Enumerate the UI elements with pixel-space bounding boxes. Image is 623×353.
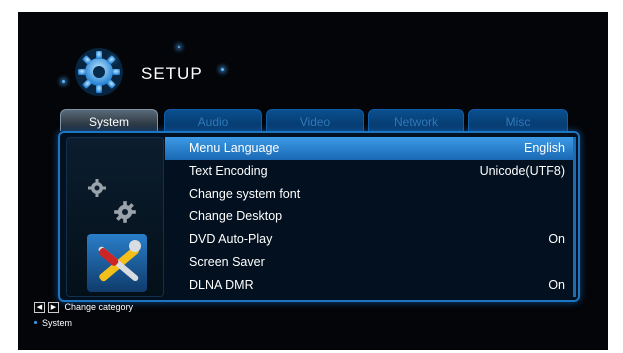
current-section-label: System [42,318,73,328]
menu-item-change-system-font[interactable]: Change system font [165,183,573,206]
sparkle-decoration [62,80,65,83]
menu-item-dvd-auto-play[interactable]: DVD Auto-Play On [165,228,573,251]
menu-item-value: On [548,277,565,292]
menu-item-value: Unicode(UTF8) [479,163,565,178]
menu-item-label: Text Encoding [189,163,268,178]
menu-item-change-desktop[interactable]: Change Desktop [165,205,573,228]
menu-item-text-encoding[interactable]: Text Encoding Unicode(UTF8) [165,160,573,183]
gear-icon [75,48,123,96]
tab-system[interactable]: System [60,109,158,131]
tab-misc[interactable]: Misc [468,109,568,131]
large-gear-icon [114,201,136,223]
navigation-hint: ◀ ▶ Change category [34,302,134,314]
menu-item-label: Change Desktop [189,209,283,224]
menu-item-dlna-dmr[interactable]: DLNA DMR On [165,274,573,297]
sparkle-decoration [221,68,224,71]
menu-item-label: Screen Saver [189,254,265,269]
menu-item-menu-language[interactable]: Menu Language English [165,137,573,160]
menu-item-screen-saver[interactable]: Screen Saver [165,251,573,274]
current-section: System [34,318,73,328]
menu-item-label: DLNA DMR [189,277,254,292]
hint-text: Change category [64,302,134,312]
tab-video[interactable]: Video [266,109,364,131]
tools-icon [87,234,147,292]
tab-audio[interactable]: Audio [164,109,262,131]
menu-item-label: Change system font [189,186,301,201]
left-arrow-icon: ◀ [34,302,45,314]
tab-network[interactable]: Network [368,109,464,131]
sparkle-decoration [178,46,180,48]
settings-panel: Menu Language English Text Encoding Unic… [58,131,580,302]
menu-item-value: English [524,141,565,155]
right-arrow-icon: ▶ [48,302,59,314]
scrollbar[interactable] [573,137,576,297]
category-illustration [66,137,164,297]
menu-item-label: Menu Language [189,141,280,155]
tab-bar: System Audio Video Network Misc [60,109,570,131]
menu-item-label: DVD Auto-Play [189,232,273,247]
settings-list: Menu Language English Text Encoding Unic… [165,137,573,297]
menu-item-value: On [548,232,565,247]
small-gear-icon [88,179,106,197]
bullet-icon [34,321,37,324]
page-title: SETUP [141,64,203,83]
